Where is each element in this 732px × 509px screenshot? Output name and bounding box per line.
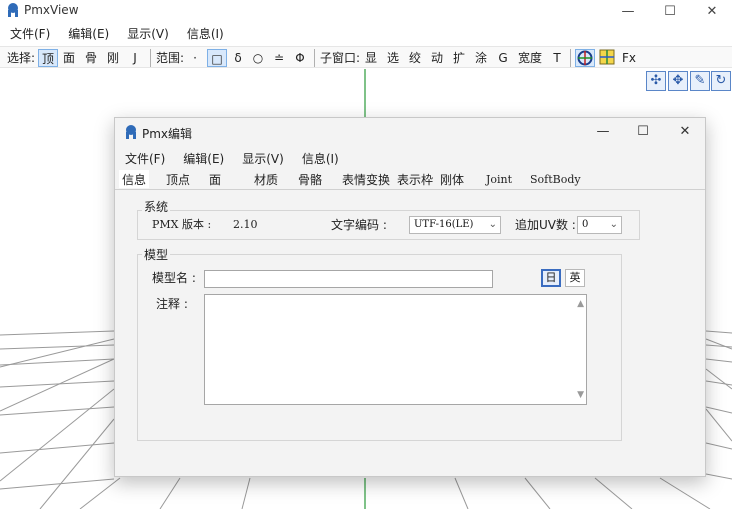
move-xy-gizmo-icon[interactable]: ✣ xyxy=(646,71,666,91)
dialog-menu-edit[interactable]: 编辑(E) xyxy=(183,150,224,168)
minimize-button[interactable]: — xyxy=(608,0,648,22)
tab-vertex[interactable]: 顶点 xyxy=(163,170,193,190)
menu-info[interactable]: 信息(I) xyxy=(187,24,224,44)
close-button[interactable]: ✕ xyxy=(692,0,732,22)
subwindow-display-button[interactable]: 显 xyxy=(363,49,379,67)
range-phi-button[interactable]: Φ xyxy=(292,49,308,67)
dialog-title: Pmx编辑 xyxy=(142,127,193,141)
dialog-menu-bar: 文件(F) 编辑(E) 显示(V) 信息(I) xyxy=(125,150,357,168)
subwindow-paint-button[interactable]: 涂 xyxy=(473,49,489,67)
subwindow-g-button[interactable]: G xyxy=(495,49,511,67)
range-plane-button[interactable]: ≐ xyxy=(271,49,287,67)
title-bar: PmxView — ☐ ✕ xyxy=(0,0,732,22)
additional-uv-value: 0 xyxy=(582,219,589,230)
dialog-maximize-button[interactable]: ☐ xyxy=(623,121,663,143)
main-menu-bar: 文件(F) 编辑(E) 显示(V) 信息(I) xyxy=(0,24,732,44)
chevron-down-icon: ⌄ xyxy=(488,219,497,230)
system-group-label: 系统 xyxy=(142,198,171,215)
model-name-label: 模型名 : xyxy=(152,271,196,285)
lang-en-button[interactable]: 英 xyxy=(565,269,585,287)
tab-morph[interactable]: 表情变换 xyxy=(339,170,393,190)
grid-toggle-icon[interactable] xyxy=(597,49,617,67)
select-joint-button[interactable]: J xyxy=(126,49,144,67)
scroll-up-icon[interactable]: ▲ xyxy=(577,299,584,309)
pmxview-logo-icon xyxy=(8,3,18,17)
range-box-button[interactable]: □ xyxy=(207,49,227,67)
tab-softbody[interactable]: SoftBody xyxy=(527,170,584,190)
dialog-title-bar: Pmx编辑 — ☐ ✕ xyxy=(115,118,705,146)
dialog-menu-file[interactable]: 文件(F) xyxy=(125,150,165,168)
tab-joint[interactable]: Joint xyxy=(483,170,515,190)
tab-display-frame[interactable]: 表示枠 xyxy=(394,170,436,190)
encoding-label: 文字编码 : xyxy=(331,218,387,232)
range-delta-button[interactable]: δ xyxy=(230,49,246,67)
additional-uv-label: 追加UV数 : xyxy=(515,218,576,232)
tabs-divider xyxy=(115,189,705,190)
lang-jp-button[interactable]: 日 xyxy=(541,269,561,287)
dialog-menu-info[interactable]: 信息(I) xyxy=(302,150,339,168)
model-name-input[interactable] xyxy=(204,270,493,288)
pmx-edit-dialog: Pmx编辑 — ☐ ✕ 文件(F) 编辑(E) 显示(V) 信息(I) 信息 顶… xyxy=(114,117,706,477)
subwindow-move-button[interactable]: 动 xyxy=(429,49,445,67)
range-point-button[interactable]: · xyxy=(187,49,203,67)
axis-toggle-icon[interactable] xyxy=(575,49,595,67)
dialog-menu-view[interactable]: 显示(V) xyxy=(242,150,284,168)
fx-button[interactable]: Fx xyxy=(619,49,639,67)
pmx-version-value: 2.10 xyxy=(233,218,258,231)
scroll-down-icon[interactable]: ▼ xyxy=(577,390,584,400)
dialog-tabs: 信息 顶点 面 材质 骨骼 表情变换 表示枠 刚体 Joint SoftBody xyxy=(115,170,705,190)
encoding-select[interactable]: UTF-16(LE) ⌄ xyxy=(409,216,501,234)
menu-view[interactable]: 显示(V) xyxy=(127,24,169,44)
subwindow-extend-button[interactable]: 扩 xyxy=(451,49,467,67)
dialog-close-button[interactable]: ✕ xyxy=(665,121,705,143)
subwindow-width-button[interactable]: 宽度 xyxy=(515,49,545,67)
select-face-button[interactable]: 面 xyxy=(60,49,78,67)
comment-label: 注释 : xyxy=(156,297,188,311)
menu-file[interactable]: 文件(F) xyxy=(10,24,50,44)
tab-rigidbody[interactable]: 刚体 xyxy=(437,170,467,190)
tab-info[interactable]: 信息 xyxy=(119,170,150,190)
model-group-label: 模型 xyxy=(142,246,171,263)
select-vertex-button[interactable]: 顶 xyxy=(38,49,58,67)
toolbar-separator xyxy=(570,49,571,67)
app-window: PmxView — ☐ ✕ 文件(F) 编辑(E) 显示(V) 信息(I) 选择… xyxy=(0,0,732,509)
rotate-pen-gizmo-icon[interactable]: ✎ xyxy=(690,71,710,91)
menu-edit[interactable]: 编辑(E) xyxy=(68,24,109,44)
tab-bone[interactable]: 骨骼 xyxy=(295,170,325,190)
select-bone-button[interactable]: 骨 xyxy=(82,49,100,67)
tab-material[interactable]: 材质 xyxy=(251,170,281,190)
subwindow-select-button[interactable]: 选 xyxy=(385,49,401,67)
subwindow-narrow-button[interactable]: 绞 xyxy=(407,49,423,67)
dialog-minimize-button[interactable]: — xyxy=(583,121,623,143)
toolbar-separator xyxy=(314,49,315,67)
tab-face[interactable]: 面 xyxy=(206,170,224,190)
chevron-down-icon: ⌄ xyxy=(609,219,618,230)
select-label: 选择: xyxy=(6,51,36,65)
encoding-select-value: UTF-16(LE) xyxy=(414,219,474,230)
language-toggle: 日 英 xyxy=(541,269,589,289)
pmx-logo-icon xyxy=(126,125,136,139)
main-toolbar: 选择: 顶 面 骨 刚 J 范围: · □ δ ○ ≐ Φ 子窗口: 显 选 绞… xyxy=(0,46,732,68)
additional-uv-select[interactable]: 0 ⌄ xyxy=(577,216,622,234)
range-label: 范围: xyxy=(155,51,185,65)
toolbar-separator xyxy=(150,49,151,67)
select-rigidbody-button[interactable]: 刚 xyxy=(104,49,122,67)
comment-textarea[interactable]: ▲ ▼ xyxy=(204,294,587,405)
range-circle-button[interactable]: ○ xyxy=(250,49,266,67)
subwindow-t-button[interactable]: T xyxy=(549,49,565,67)
rotate-gizmo-icon[interactable]: ↻ xyxy=(711,71,731,91)
pmx-version-label: PMX 版本 : xyxy=(152,218,212,231)
move-xz-gizmo-icon[interactable]: ✥ xyxy=(668,71,688,91)
window-title: PmxView xyxy=(24,3,79,17)
maximize-button[interactable]: ☐ xyxy=(650,0,690,22)
subwindow-label: 子窗口: xyxy=(319,51,361,65)
